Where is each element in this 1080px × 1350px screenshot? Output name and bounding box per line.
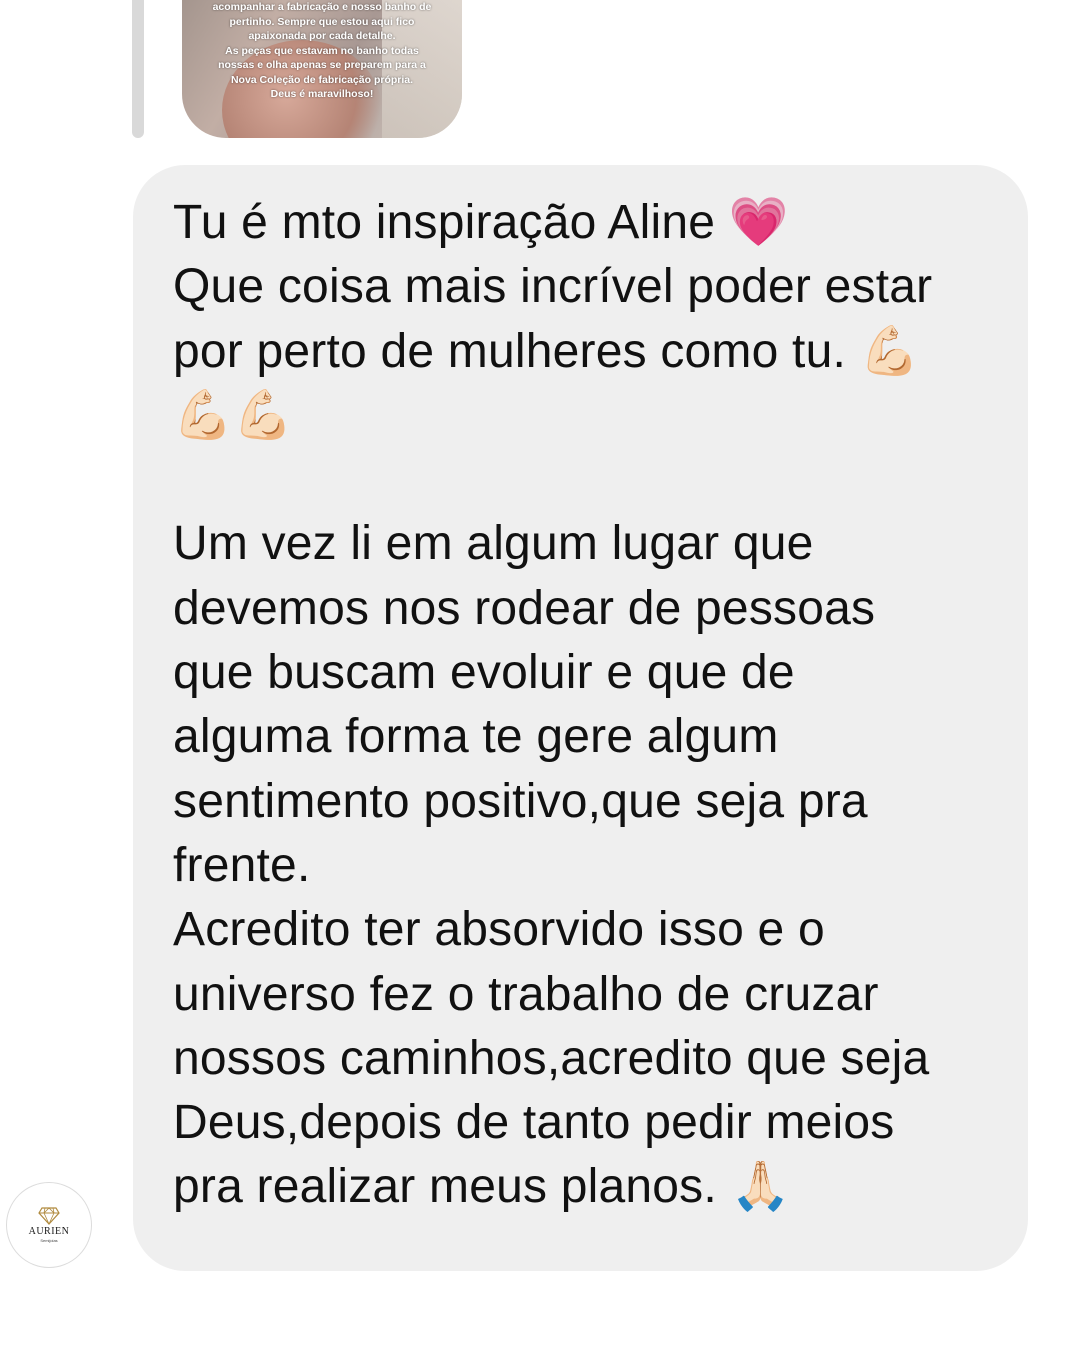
brand-name: AURIEN bbox=[28, 1226, 70, 1237]
brand-tagline: Semijoias bbox=[40, 1238, 58, 1243]
sender-avatar[interactable]: AURIEN Semijoias bbox=[6, 1182, 92, 1268]
message-text: Tu é mto inspiração Aline 💗 Que coisa ma… bbox=[173, 196, 933, 1214]
diamond-logo-icon bbox=[38, 1207, 60, 1225]
story-reply-thumbnail[interactable]: acompanhar a fabricação e nosso banho de… bbox=[182, 0, 462, 138]
story-caption: acompanhar a fabricação e nosso banho de… bbox=[212, 1, 432, 100]
dm-thread: acompanhar a fabricação e nosso banho de… bbox=[0, 0, 1080, 1350]
reply-quote-bar bbox=[132, 0, 144, 138]
message-bubble[interactable]: Tu é mto inspiração Aline 💗 Que coisa ma… bbox=[133, 165, 1028, 1271]
